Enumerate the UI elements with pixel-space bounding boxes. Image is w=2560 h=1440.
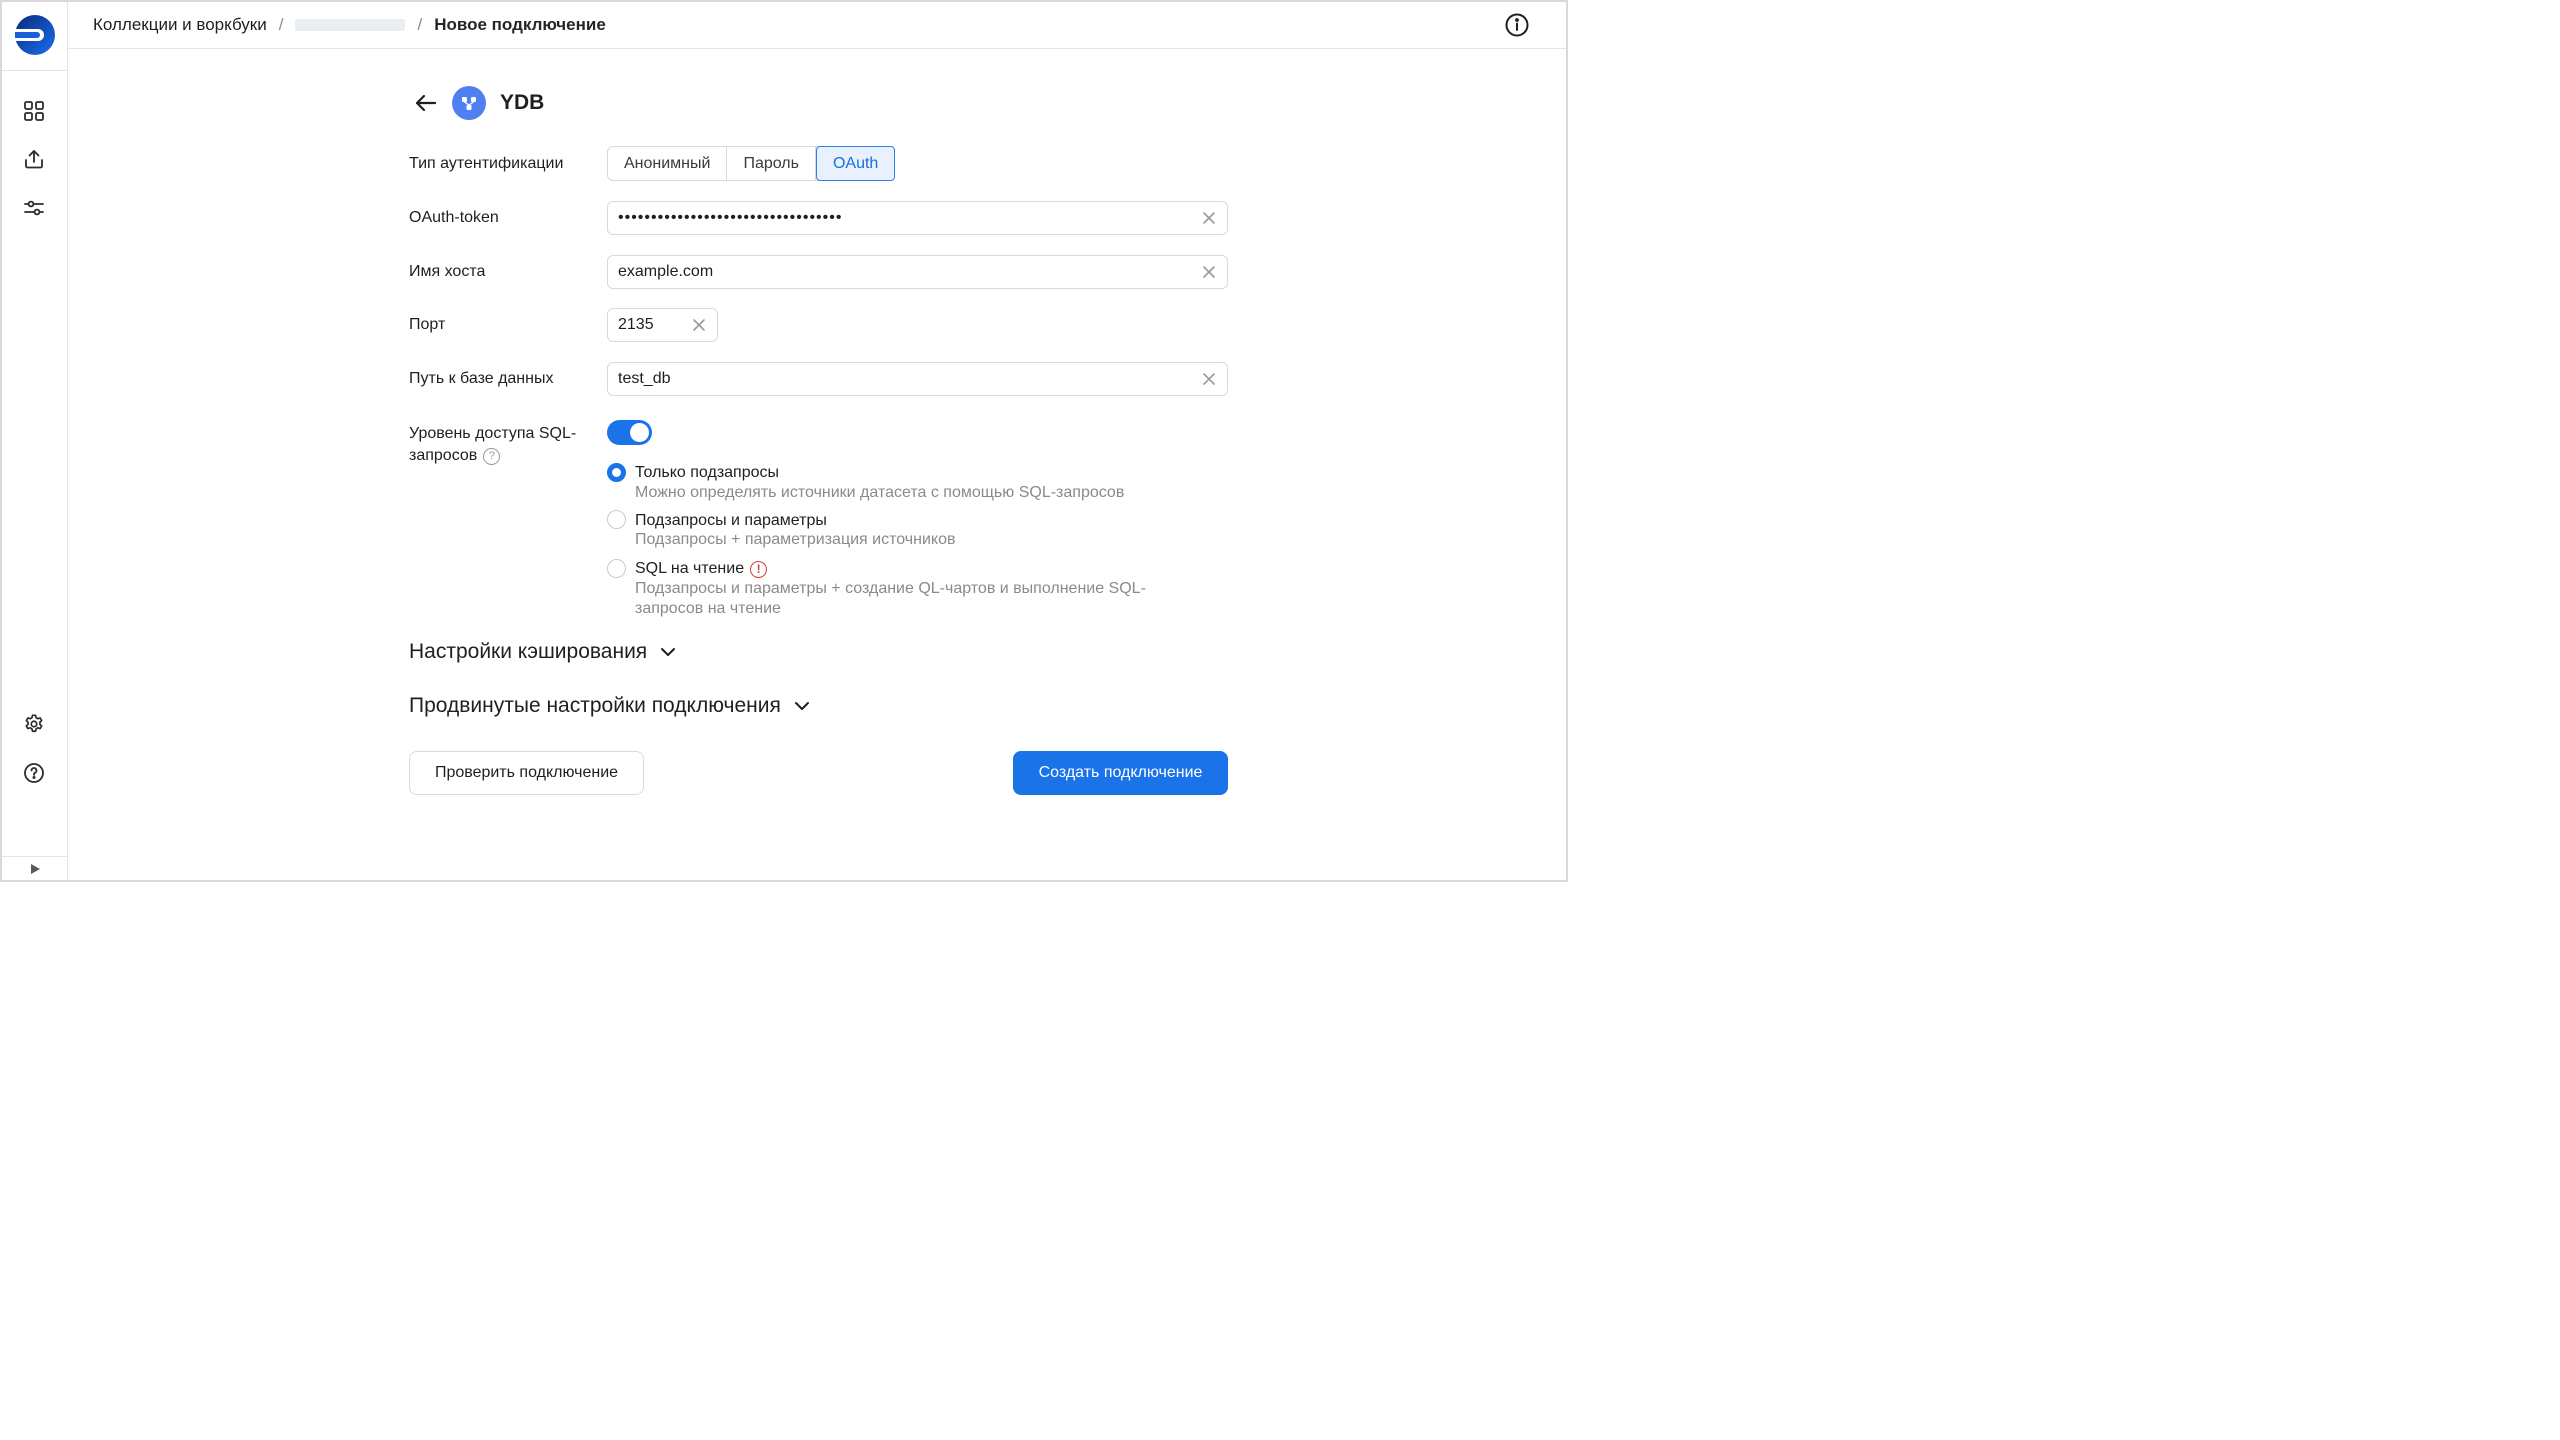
oauth-token-label: OAuth-token <box>409 209 499 226</box>
breadcrumb: Коллекции и воркбуки / / Новое подключен… <box>93 15 606 35</box>
auth-option-anonymous[interactable]: Анонимный <box>608 147 728 180</box>
chevron-down-icon <box>661 648 676 656</box>
connection-title-row: YDB <box>412 86 544 120</box>
breadcrumb-hidden-item[interactable] <box>295 19 406 31</box>
breadcrumb-separator: / <box>278 15 284 34</box>
radio-subqueries-only[interactable] <box>607 463 626 482</box>
radio-sql-read-title: SQL на чтение <box>635 560 745 577</box>
db-path-label: Путь к базе данных <box>409 370 554 387</box>
warning-icon[interactable]: ! <box>750 561 768 578</box>
sidebar-divider <box>2 70 68 71</box>
check-connection-button[interactable]: Проверить подключение <box>409 751 644 795</box>
connection-title: YDB <box>500 91 545 114</box>
sql-access-label-line2: запросов <box>409 447 478 464</box>
toggle-knob <box>630 423 649 442</box>
help-icon[interactable]: ? <box>483 448 501 465</box>
breadcrumb-current: Новое подключение <box>434 15 606 34</box>
sql-access-label: Уровень доступа SQL- запросов? <box>409 423 576 467</box>
auth-type-selector: Анонимный Пароль OAuth <box>607 146 896 181</box>
breadcrumb-separator: / <box>417 15 423 34</box>
expand-sidebar-icon[interactable] <box>28 862 42 876</box>
cache-settings-section[interactable]: Настройки кэширования <box>409 640 677 664</box>
ydb-icon <box>452 86 486 120</box>
header: Коллекции и воркбуки / / Новое подключен… <box>68 2 1566 49</box>
sidebar <box>2 2 68 880</box>
port-label: Порт <box>409 316 446 333</box>
breadcrumb-collections[interactable]: Коллекции и воркбуки <box>93 15 267 35</box>
datalens-logo[interactable] <box>14 14 56 56</box>
clear-icon[interactable] <box>1201 264 1217 280</box>
back-arrow-icon[interactable] <box>412 89 440 117</box>
radio-subqueries-params-title: Подзапросы и параметры <box>635 512 827 529</box>
auth-type-label: Тип аутентификации <box>409 155 564 172</box>
sql-access-toggle[interactable] <box>607 420 652 445</box>
window-frame <box>0 0 1568 882</box>
sliders-icon[interactable] <box>22 196 46 220</box>
grid-icon[interactable] <box>22 99 46 123</box>
radio-sql-read-desc-line2: запросов на чтение <box>635 600 781 617</box>
radio-sql-read[interactable] <box>607 559 626 578</box>
host-label: Имя хоста <box>409 263 486 280</box>
auth-option-oauth[interactable]: OAuth <box>815 146 896 181</box>
db-path-value: test_db <box>618 370 671 387</box>
chevron-down-icon <box>794 702 809 710</box>
cache-settings-title: Настройки кэширования <box>409 640 648 663</box>
port-field[interactable]: 2135 <box>607 308 718 342</box>
oauth-token-field[interactable]: •••••••••••••••••••••••••••••••••• <box>607 201 1228 235</box>
radio-subqueries-params[interactable] <box>607 510 626 529</box>
sidebar-bottom-divider <box>2 856 68 857</box>
advanced-settings-section[interactable]: Продвинутые настройки подключения <box>409 694 811 718</box>
radio-subqueries-only-title: Только подзапросы <box>635 464 780 481</box>
radio-subqueries-params-desc: Подзапросы + параметризация источников <box>635 531 956 548</box>
radio-sql-read-desc-line1: Подзапросы и параметры + создание QL-чар… <box>635 580 1146 597</box>
create-connection-button[interactable]: Создать подключение <box>1013 751 1228 795</box>
clear-icon[interactable] <box>691 317 707 333</box>
radio-subqueries-only-desc: Можно определять источники датасета с по… <box>635 484 1125 501</box>
upload-icon[interactable] <box>22 147 46 171</box>
help-circle-icon[interactable] <box>22 761 46 785</box>
port-value: 2135 <box>618 316 654 333</box>
auth-option-password[interactable]: Пароль <box>727 147 816 180</box>
gear-icon[interactable] <box>22 712 46 736</box>
sql-access-label-line1: Уровень доступа SQL- <box>409 425 577 442</box>
host-value: example.com <box>618 263 714 280</box>
oauth-token-value: •••••••••••••••••••••••••••••••••• <box>618 209 843 226</box>
info-icon[interactable] <box>1504 12 1530 38</box>
clear-icon[interactable] <box>1201 371 1217 387</box>
radio-sql-read-title-wrap: SQL на чтение! <box>635 560 768 578</box>
db-path-field[interactable]: test_db <box>607 362 1228 396</box>
clear-icon[interactable] <box>1201 210 1217 226</box>
advanced-settings-title: Продвинутые настройки подключения <box>409 694 781 717</box>
host-field[interactable]: example.com <box>607 255 1228 289</box>
radio-sql-read-desc: Подзапросы и параметры + создание QL-чар… <box>635 579 1195 619</box>
